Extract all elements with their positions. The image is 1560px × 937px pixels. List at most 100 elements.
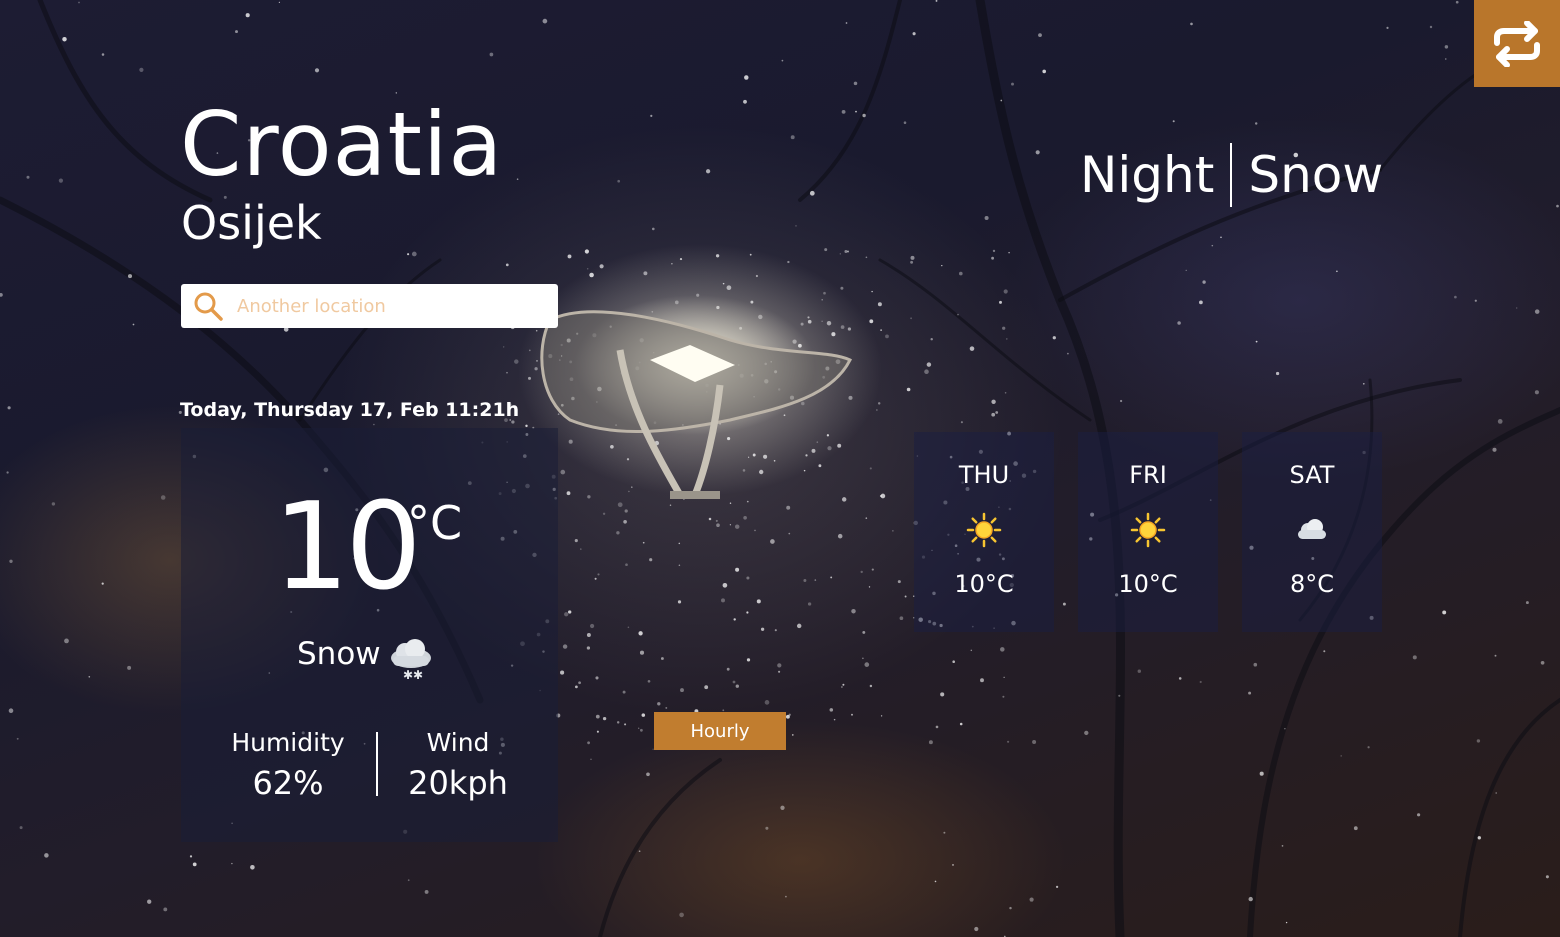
snowflake — [1248, 691, 1252, 695]
snowflake — [649, 558, 653, 562]
snowflake — [877, 302, 882, 307]
snowflake — [970, 649, 973, 652]
snowflake — [1062, 602, 1066, 606]
snowflake — [147, 899, 152, 904]
snowflake — [671, 263, 673, 265]
snowflake — [1000, 99, 1003, 102]
wind-value: 20kph — [408, 764, 508, 802]
snowflake — [803, 579, 807, 582]
snowflake — [51, 502, 56, 506]
snowflake — [1084, 730, 1089, 736]
forecast-card-fri: FRI 10°C — [1078, 432, 1218, 632]
snowflake — [587, 741, 590, 745]
wind-label: Wind — [426, 728, 490, 757]
snowflake — [840, 686, 843, 688]
snowflake — [568, 610, 572, 614]
snowflake — [1190, 22, 1193, 26]
snowflake — [788, 532, 791, 535]
location-search-input[interactable] — [235, 294, 549, 318]
snowflake — [770, 539, 775, 544]
snowflake — [995, 411, 999, 414]
snowflake — [1177, 321, 1181, 325]
snowflake — [880, 329, 882, 331]
snowflake — [906, 387, 911, 392]
snowflake — [1281, 845, 1284, 847]
snowflake — [969, 346, 975, 351]
snowflake — [1248, 896, 1253, 902]
snowflake — [910, 255, 915, 260]
search-box[interactable] — [181, 284, 558, 328]
snowflake — [865, 256, 868, 259]
snowflake — [851, 608, 856, 614]
forecast-card-thu: THU 10°C — [914, 432, 1054, 632]
snowflake — [1259, 771, 1264, 776]
snowflake — [1067, 352, 1069, 355]
snowflake — [235, 30, 238, 34]
snowflake — [705, 169, 711, 174]
snowflake — [639, 650, 645, 655]
snowflake — [627, 626, 630, 629]
forecast-temp: 10°C — [954, 570, 1014, 598]
snowflake — [957, 313, 959, 316]
hourly-button[interactable]: Hourly — [654, 712, 786, 750]
snowflake — [1008, 251, 1010, 254]
snowflake — [885, 334, 889, 339]
snowflake — [722, 582, 728, 588]
snowflake — [26, 175, 30, 179]
snowflake — [791, 734, 794, 736]
snowflake — [903, 121, 907, 124]
snowflake — [590, 623, 595, 629]
humidity-value: 62% — [252, 764, 324, 802]
snowflake — [1119, 399, 1123, 403]
snowflake — [373, 423, 375, 426]
snowflake — [912, 32, 916, 36]
snowflake — [1545, 875, 1549, 879]
snowflake — [584, 249, 590, 254]
snowflake — [778, 670, 781, 673]
snowflake — [755, 274, 759, 278]
swap-view-button[interactable] — [1474, 0, 1560, 87]
snowflake — [679, 258, 683, 261]
snowflake — [1340, 755, 1342, 757]
snowflake — [774, 629, 777, 632]
snowflake — [1004, 392, 1007, 394]
snowflake — [941, 264, 943, 267]
snowflake — [880, 715, 883, 717]
snowflake — [1275, 371, 1280, 376]
snowflake — [1118, 694, 1121, 697]
snowflake — [638, 631, 643, 636]
snowflake — [809, 190, 815, 196]
snowflake — [506, 371, 508, 374]
snowflake — [984, 215, 989, 221]
snowflake — [189, 855, 193, 858]
snowflake — [192, 862, 197, 867]
snowflake — [721, 598, 725, 603]
snowflake — [1442, 610, 1447, 615]
snowflake — [16, 737, 19, 740]
current-weather-card: 10 °C Snow ✱✱ Humidity 62% Wind 20kph — [181, 428, 558, 842]
snowflake — [749, 253, 752, 256]
snowflake — [595, 714, 600, 719]
snowflake — [0, 293, 3, 297]
snowflake — [1494, 654, 1497, 657]
snowflake — [560, 670, 565, 675]
snowflake — [643, 271, 648, 276]
snowflake — [250, 865, 255, 870]
snowflake — [960, 421, 963, 424]
snowflake — [1429, 25, 1433, 29]
snowflake — [1002, 695, 1005, 698]
snowflake — [842, 683, 845, 686]
snowflake — [1185, 269, 1187, 272]
snowflake — [1000, 647, 1005, 652]
snowflake — [839, 253, 841, 255]
snowflake — [910, 317, 912, 320]
snowflake — [163, 907, 168, 912]
snowflake — [19, 826, 23, 830]
snowflake — [1002, 326, 1006, 330]
snowflake — [732, 680, 736, 684]
snowflake — [991, 256, 995, 260]
forecast-temp: 10°C — [1118, 570, 1178, 598]
snowflake — [935, 725, 939, 729]
snowflake — [1254, 122, 1258, 125]
snowflake — [1497, 419, 1503, 424]
